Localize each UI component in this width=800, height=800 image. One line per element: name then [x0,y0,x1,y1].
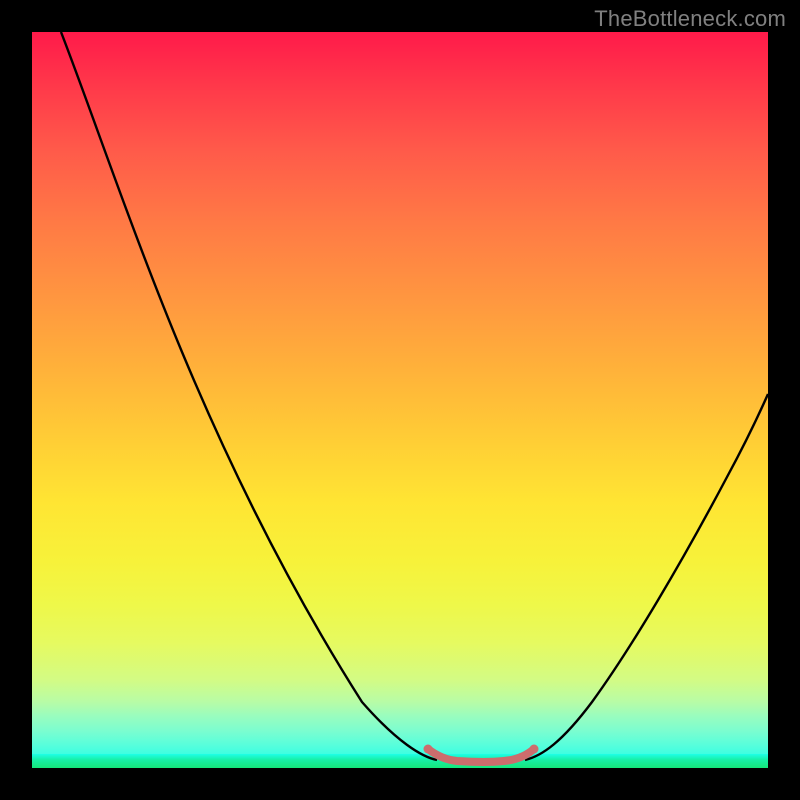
highlight-dot-left [424,745,433,754]
right-curve [525,394,768,760]
flat-bottom-highlight [428,749,534,762]
watermark-text: TheBottleneck.com [594,6,786,32]
highlight-dot-right [530,745,539,754]
plot-area [32,32,768,768]
chart-container: TheBottleneck.com [0,0,800,800]
left-curve [61,32,437,760]
chart-svg [32,32,768,768]
